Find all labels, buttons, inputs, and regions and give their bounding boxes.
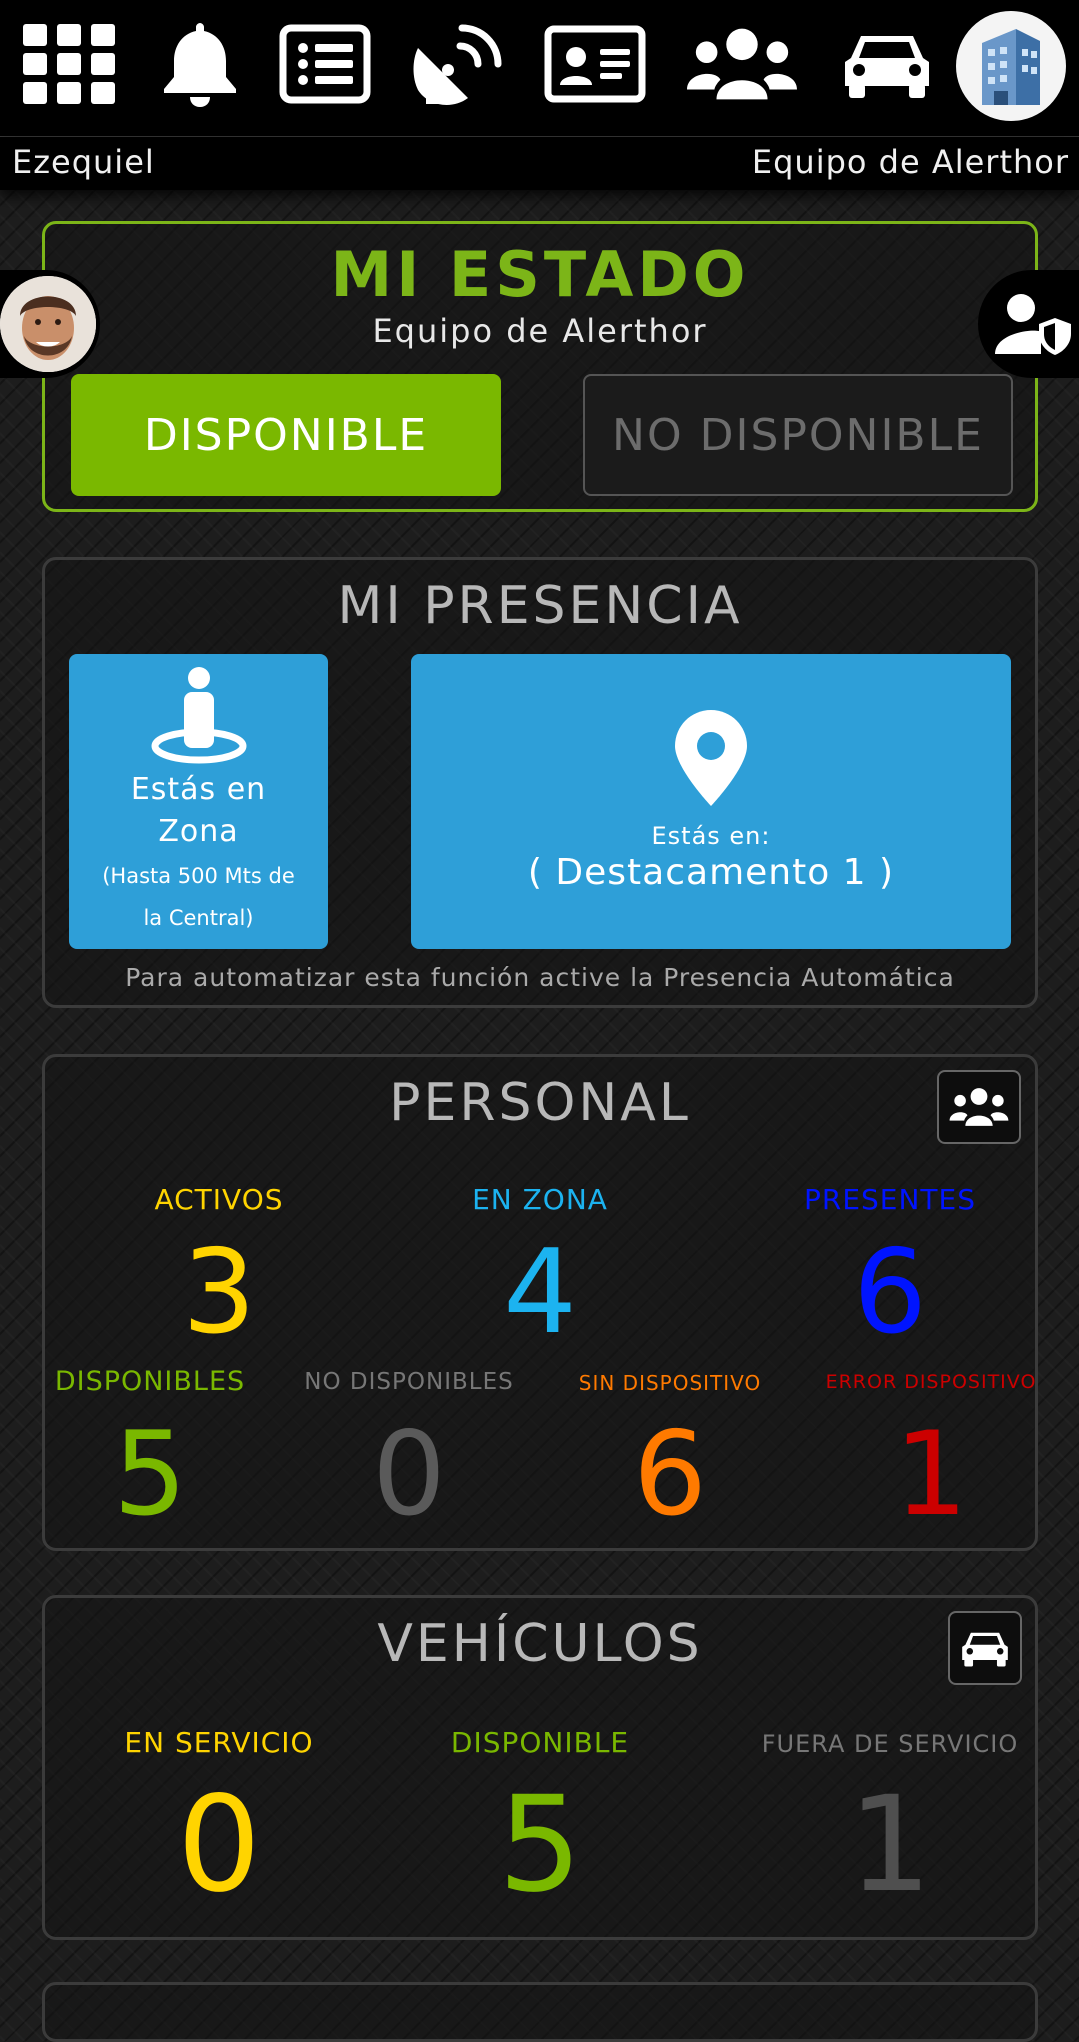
personnel-card: PERSONAL ACTIVOS 3 EN ZONA 4 PRESENTES 6… [42, 1054, 1038, 1551]
available-count: 5 [113, 1407, 187, 1542]
device-error-label: ERROR DISPOSITIVO [825, 1371, 1037, 1393]
in-service-label: EN SERVICIO [124, 1726, 314, 1759]
vehicle-available-count: 5 [498, 1768, 582, 1922]
presence-title: MI PRESENCIA [337, 576, 743, 636]
station-tile[interactable]: Estás en: ( Destacamento 1 ) [411, 654, 1011, 949]
in-zone-tile[interactable]: Estás en Zona (Hasta 500 Mts de la Centr… [69, 654, 328, 949]
next-card [42, 1982, 1038, 2042]
user-photo [0, 276, 96, 372]
user-shield-button[interactable] [978, 270, 1079, 378]
no-device-label: SIN DISPOSITIVO [578, 1371, 762, 1395]
top-nav-bar [0, 0, 1079, 137]
users-icon [949, 1088, 1009, 1126]
vehicles-card: VEHÍCULOS EN SERVICIO 0 DISPONIBLE 5 FUE… [42, 1595, 1038, 1940]
satellite-dish-icon[interactable] [403, 14, 513, 114]
no-device-count: 6 [633, 1407, 707, 1542]
map-pin-icon [675, 710, 747, 806]
in-zone-label: EN ZONA [472, 1183, 608, 1216]
user-context-bar: Ezequiel Equipo de Alerthor [0, 137, 1079, 190]
vehicles-title: VEHÍCULOS [377, 1614, 703, 1674]
device-error-count: 1 [894, 1407, 968, 1542]
presence-card: MI PRESENCIA Estás en Zona (Hasta 500 Mt… [42, 557, 1038, 1008]
in-zone-detail2: la Central) [143, 906, 254, 930]
building-icon [982, 29, 1040, 105]
unavailable-button[interactable]: NO DISPONIBLE [583, 374, 1013, 496]
active-count: 3 [182, 1225, 256, 1360]
available-label: DISPONIBLES [54, 1366, 246, 1397]
apps-grid-icon[interactable] [14, 14, 124, 114]
personnel-list-button[interactable] [937, 1070, 1021, 1144]
user-name: Ezequiel [12, 143, 155, 181]
station-label: Estás en: [651, 822, 771, 850]
bell-icon[interactable] [145, 14, 255, 114]
in-zone-count: 4 [503, 1225, 577, 1360]
users-icon[interactable] [687, 14, 797, 114]
in-zone-detail1: (Hasta 500 Mts de [102, 864, 295, 888]
presence-footer: Para automatizar esta función active la … [125, 963, 955, 992]
out-of-service-count: 1 [848, 1768, 932, 1922]
org-avatar[interactable] [956, 11, 1066, 121]
present-count: 6 [853, 1225, 927, 1360]
available-button[interactable]: DISPONIBLE [71, 374, 501, 496]
personnel-title: PERSONAL [389, 1073, 691, 1133]
car-icon[interactable] [832, 14, 942, 114]
car-icon [962, 1632, 1008, 1667]
out-of-service-label: FUERA DE SERVICIO [761, 1730, 1019, 1758]
active-label: ACTIVOS [154, 1183, 284, 1216]
user-shield-icon [995, 294, 1071, 355]
station-value: ( Destacamento 1 ) [527, 852, 895, 893]
unavailable-label: NO DISPONIBLES [304, 1369, 514, 1395]
unavailable-count: 0 [372, 1407, 446, 1542]
present-label: PRESENTES [803, 1183, 976, 1216]
vehicles-list-button[interactable] [948, 1611, 1022, 1685]
list-icon[interactable] [270, 14, 380, 114]
vehicle-available-label: DISPONIBLE [450, 1726, 630, 1759]
person-in-zone-icon [151, 667, 247, 764]
status-title: MI ESTADO [330, 238, 750, 311]
status-subtitle: Equipo de Alerthor [372, 312, 708, 350]
status-card: MI ESTADO Equipo de Alerthor DISPONIBLE … [42, 221, 1038, 512]
in-zone-line1: Estás en [130, 772, 267, 807]
in-service-count: 0 [177, 1768, 261, 1922]
id-card-icon[interactable] [540, 14, 650, 114]
team-name: Equipo de Alerthor [751, 143, 1069, 181]
in-zone-line2: Zona [158, 814, 239, 849]
